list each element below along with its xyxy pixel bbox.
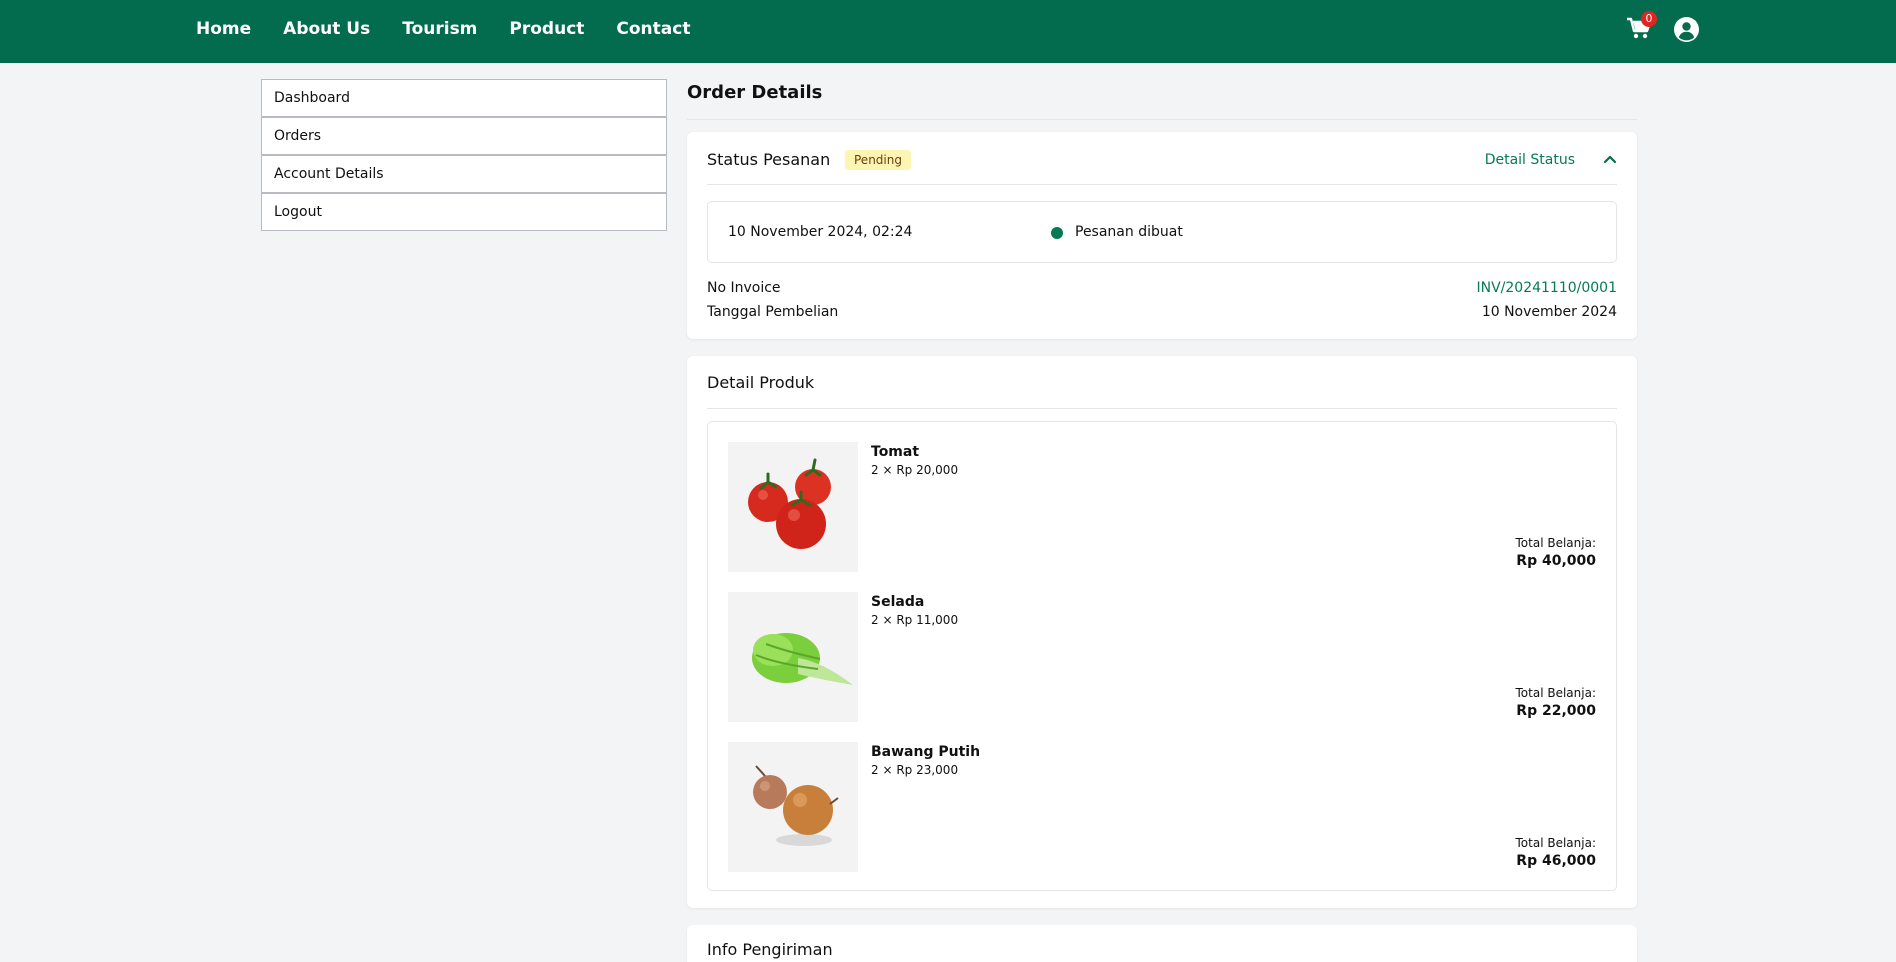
status-timeline: 10 November 2024, 02:24 Pesanan dibuat <box>707 201 1617 263</box>
product-image-bawang-putih <box>728 742 858 872</box>
order-status-card: Status Pesanan Pending Detail Status 10 … <box>687 132 1637 339</box>
product-quantity-price: 2 × Rp 11,000 <box>871 613 959 627</box>
nav-tourism-link[interactable]: Tourism <box>402 19 477 39</box>
total-label: Total Belanja: <box>1515 536 1596 550</box>
purchase-date-label: Tanggal Pembelian <box>707 304 839 320</box>
nav-product-link[interactable]: Product <box>509 19 584 39</box>
product-total: Rp 40,000 <box>1516 553 1596 569</box>
product-image-tomat <box>728 442 858 572</box>
status-badge: Pending <box>845 150 911 170</box>
product-list: Tomat 2 × Rp 20,000 Total Belanja: Rp 40… <box>707 421 1617 891</box>
nav-contact-link[interactable]: Contact <box>616 19 690 39</box>
invoice-label: No Invoice <box>707 280 781 296</box>
timeline-date: 10 November 2024, 02:24 <box>728 224 913 240</box>
product-quantity-price: 2 × Rp 20,000 <box>871 463 959 477</box>
product-total: Rp 22,000 <box>1516 703 1596 719</box>
product-name: Tomat <box>871 444 920 460</box>
product-image-selada <box>728 592 858 722</box>
sidebar-item-dashboard[interactable]: Dashboard <box>261 79 667 117</box>
nav-about-link[interactable]: About Us <box>283 19 370 39</box>
purchase-date-value: 10 November 2024 <box>1481 304 1617 320</box>
product-quantity-price: 2 × Rp 23,000 <box>871 763 959 777</box>
top-navbar: Home About Us Tourism Product Contact 0 <box>0 0 1896 63</box>
timeline-event: Pesanan dibuat <box>1075 224 1183 240</box>
nav-home-link[interactable]: Home <box>196 19 251 39</box>
list-item: Tomat 2 × Rp 20,000 Total Belanja: Rp 40… <box>728 442 1596 572</box>
account-sidebar: Dashboard Orders Account Details Logout <box>261 79 667 231</box>
timeline-dot-icon <box>1051 227 1063 239</box>
product-section-title: Detail Produk <box>707 373 815 392</box>
product-divider <box>707 408 1617 409</box>
sidebar-item-orders[interactable]: Orders <box>261 117 667 155</box>
total-label: Total Belanja: <box>1515 836 1596 850</box>
page-title: Order Details <box>687 82 823 103</box>
product-name: Selada <box>871 594 925 610</box>
shipping-section-title: Info Pengiriman <box>707 940 833 959</box>
detail-status-toggle[interactable]: Detail Status <box>1485 152 1575 168</box>
title-divider <box>687 119 1637 120</box>
status-title: Status Pesanan <box>707 150 831 169</box>
invoice-number-link[interactable]: INV/20241110/0001 <box>1477 280 1618 296</box>
list-item: Selada 2 × Rp 11,000 Total Belanja: Rp 2… <box>728 592 1596 722</box>
main-nav: Home About Us Tourism Product Contact <box>196 0 690 57</box>
cart-count-badge: 0 <box>1641 11 1657 27</box>
user-circle-icon[interactable] <box>1674 17 1699 42</box>
chevron-up-icon[interactable] <box>1602 151 1618 167</box>
product-total: Rp 46,000 <box>1516 853 1596 869</box>
shipping-info-card: Info Pengiriman <box>687 925 1637 962</box>
product-detail-card: Detail Produk Tomat 2 × Rp 20,000 Total … <box>687 356 1637 908</box>
product-name: Bawang Putih <box>871 744 981 760</box>
list-item: Bawang Putih 2 × Rp 23,000 Total Belanja… <box>728 742 1596 872</box>
total-label: Total Belanja: <box>1515 686 1596 700</box>
sidebar-item-logout[interactable]: Logout <box>261 193 667 231</box>
status-divider <box>707 184 1617 185</box>
sidebar-item-account-details[interactable]: Account Details <box>261 155 667 193</box>
